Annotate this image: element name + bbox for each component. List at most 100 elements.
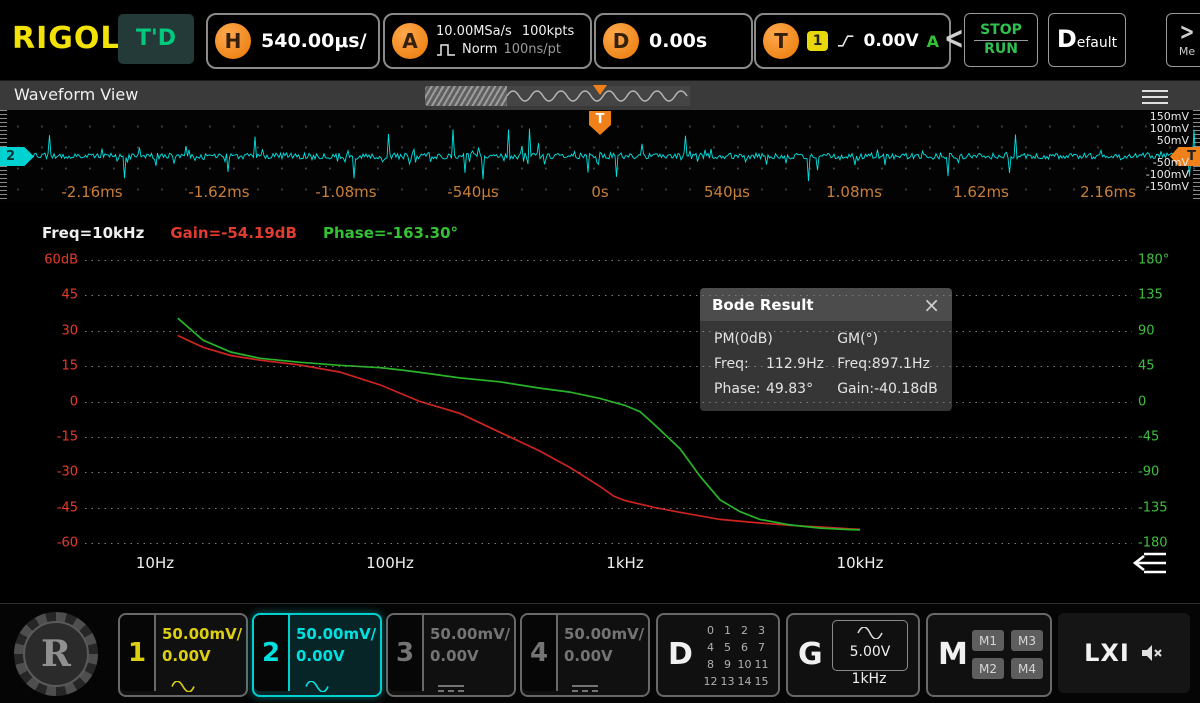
phase-axis-tick: 45 bbox=[1138, 359, 1155, 374]
trigger-settings-button[interactable]: T 1 0.00V A bbox=[754, 13, 951, 69]
horizontal-timebase-button[interactable]: H 540.00μs/ bbox=[206, 13, 380, 69]
channel-4-button[interactable]: 4 50.00mV/ 0.00V bbox=[520, 613, 650, 697]
time-label: 1.08ms bbox=[826, 183, 882, 201]
gain-axis-tick: -30 bbox=[28, 465, 78, 480]
acquire-mode-icon bbox=[436, 43, 456, 57]
slope-icon bbox=[836, 33, 855, 49]
channel-1-offset: 0.00V bbox=[162, 646, 242, 668]
pm-phase-row: Phase:49.83° bbox=[714, 381, 837, 397]
channel-4-number: 4 bbox=[522, 615, 558, 691]
channel-3-number: 3 bbox=[388, 615, 424, 691]
trigger-coupling: A bbox=[927, 32, 939, 51]
d-badge-icon: D bbox=[603, 23, 639, 59]
pm-header: PM(0dB) bbox=[714, 331, 837, 347]
sample-rate: 10.00MSa/s bbox=[436, 23, 512, 41]
trigger-position-marker[interactable] bbox=[593, 85, 607, 95]
generator-voltage: 5.00V bbox=[833, 644, 907, 660]
digital-channel-number: 4 bbox=[702, 641, 719, 654]
h-badge-icon: H bbox=[215, 23, 251, 59]
popup-header: Bode Result × bbox=[700, 288, 952, 321]
ac-coupling-icon bbox=[171, 681, 195, 692]
digital-channels-button[interactable]: D 0123456789101112131415 bbox=[656, 613, 780, 697]
voltage-label: 100mV bbox=[1150, 123, 1189, 134]
grid-line bbox=[85, 260, 1132, 261]
digital-channel-number: 3 bbox=[753, 624, 770, 637]
digital-channel-number: 5 bbox=[719, 641, 736, 654]
bode-area: Freq=10kHz Gain=-54.19dB Phase=-163.30° … bbox=[0, 202, 1200, 603]
phase-axis-tick: 135 bbox=[1138, 288, 1163, 303]
run-label: RUN bbox=[984, 41, 1018, 59]
dc-coupling-icon bbox=[572, 685, 598, 692]
stop-label: STOP bbox=[974, 22, 1028, 42]
time-label: -1.08ms bbox=[315, 183, 376, 201]
channel-1-button[interactable]: 1 50.00mV/ 0.00V bbox=[118, 613, 248, 697]
menu-label: Me bbox=[1179, 45, 1195, 58]
waveform-display[interactable]: 2 T T -2.16ms-1.62ms-1.08ms-540μs0s540μs… bbox=[0, 110, 1200, 202]
toolbar-left-chevron-icon[interactable]: < bbox=[944, 20, 964, 56]
acquire-mode: Norm bbox=[462, 41, 497, 59]
time-label: -540μs bbox=[447, 183, 498, 201]
digital-channel-number: 15 bbox=[753, 675, 770, 688]
sine-wave-icon bbox=[857, 627, 883, 639]
channel-2-button[interactable]: 2 50.00mV/ 0.00V bbox=[252, 613, 382, 697]
grid-line bbox=[85, 295, 1132, 296]
timebase-value: 540.00μs/ bbox=[261, 30, 367, 52]
digital-channel-number: 6 bbox=[736, 641, 753, 654]
lxi-label: LXI bbox=[1084, 639, 1130, 667]
gain-axis-tick: 60dB bbox=[28, 253, 78, 268]
math-button[interactable]: M M1 M3 M2 M4 bbox=[926, 613, 1052, 697]
channel-3-scale: 50.00mV/ bbox=[430, 624, 510, 646]
grid-line bbox=[85, 366, 1132, 367]
generator-label: G bbox=[798, 637, 823, 672]
gm-header: GM(°) bbox=[837, 331, 938, 347]
digital-channel-number: 0 bbox=[702, 624, 719, 637]
channel-2-offset: 0.00V bbox=[296, 646, 376, 668]
menu-right-button[interactable]: > Me bbox=[1166, 13, 1200, 67]
close-icon[interactable]: × bbox=[923, 295, 940, 315]
rigol-gear-icon: R bbox=[23, 621, 89, 687]
voltage-label: -100mV bbox=[1146, 169, 1189, 180]
collapse-icon[interactable] bbox=[1128, 550, 1168, 576]
popup-title: Bode Result bbox=[712, 296, 814, 314]
default-button[interactable]: Default bbox=[1048, 13, 1126, 67]
gm-gain-row: Gain:-40.18dB bbox=[837, 381, 938, 397]
channel-1-number: 1 bbox=[120, 615, 156, 691]
gain-axis-tick: 15 bbox=[28, 359, 78, 374]
waveform-view-title: Waveform View bbox=[14, 85, 138, 104]
phase-axis-tick: -135 bbox=[1138, 500, 1168, 515]
digital-channel-number: 9 bbox=[719, 658, 736, 671]
grid-line bbox=[85, 543, 1132, 544]
digital-channel-number: 12 bbox=[702, 675, 719, 688]
phase-axis-tick: 180° bbox=[1138, 253, 1169, 268]
toolbar-right-chevron-icon: > bbox=[1179, 19, 1194, 46]
horizontal-position-scrollbar[interactable] bbox=[425, 86, 690, 106]
freq-axis-tick: 100Hz bbox=[366, 554, 414, 572]
math-m4-button[interactable]: M4 bbox=[1011, 658, 1043, 679]
time-label: 1.62ms bbox=[953, 183, 1009, 201]
phase-axis-tick: -180 bbox=[1138, 536, 1168, 551]
gain-axis-tick: 30 bbox=[28, 323, 78, 338]
rigol-logo: RIGOL bbox=[12, 21, 121, 56]
math-m2-button[interactable]: M2 bbox=[972, 658, 1004, 679]
time-label: -2.16ms bbox=[61, 183, 122, 201]
digital-channel-number: 10 bbox=[736, 658, 753, 671]
delay-value: 0.00s bbox=[649, 30, 707, 52]
math-label: M bbox=[938, 637, 968, 672]
voltage-label: 150mV bbox=[1150, 111, 1189, 122]
delay-button[interactable]: D 0.00s bbox=[594, 13, 753, 69]
phase-axis-tick: 0 bbox=[1138, 394, 1146, 409]
menu-icon[interactable] bbox=[1142, 90, 1168, 108]
acquisition-button[interactable]: A 10.00MSa/s 100kpts Norm 100ns/pt bbox=[383, 13, 592, 69]
speaker-muted-icon[interactable] bbox=[1140, 642, 1164, 664]
grid-line bbox=[85, 402, 1132, 403]
home-button[interactable]: R bbox=[14, 612, 98, 696]
waveform-generator-button[interactable]: G 5.00V 1kHz bbox=[786, 613, 920, 697]
math-m3-button[interactable]: M3 bbox=[1011, 630, 1043, 651]
digital-channel-number: 14 bbox=[736, 675, 753, 688]
channel-3-button[interactable]: 3 50.00mV/ 0.00V bbox=[386, 613, 516, 697]
voltage-label: 50mV bbox=[1157, 135, 1189, 146]
t-badge-icon: T bbox=[763, 23, 799, 59]
gain-axis-tick: -45 bbox=[28, 500, 78, 515]
stop-run-button[interactable]: STOP RUN bbox=[964, 13, 1038, 67]
math-m1-button[interactable]: M1 bbox=[972, 630, 1004, 651]
